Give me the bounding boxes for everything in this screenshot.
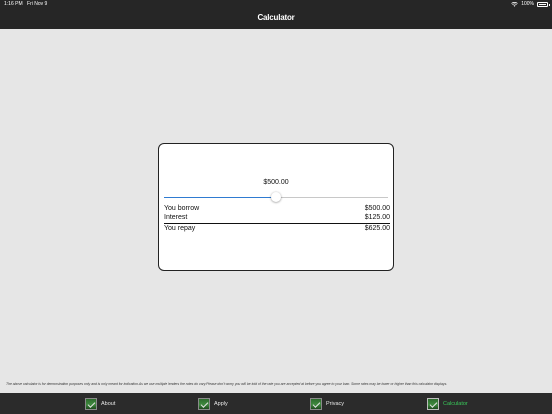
- status-bar: 1:16 PM Fri Nov 9 100%: [0, 0, 552, 9]
- loan-breakdown: You borrow $500.00 Interest $125.00 You …: [164, 204, 390, 233]
- repay-row: You repay $625.00: [164, 223, 390, 233]
- tab-about[interactable]: About: [85, 397, 115, 410]
- checkmark-icon: [198, 397, 210, 410]
- loan-amount-slider[interactable]: [164, 192, 388, 203]
- page-title: Calculator: [257, 13, 295, 22]
- tab-calculator-label: Calculator: [443, 400, 468, 407]
- slider-fill: [164, 197, 276, 198]
- tab-apply-label: Apply: [214, 400, 228, 407]
- status-right: 100%: [511, 0, 550, 9]
- tab-about-label: About: [101, 400, 116, 407]
- battery-percent: 100%: [521, 1, 534, 7]
- tab-calculator[interactable]: Calculator: [427, 397, 468, 410]
- borrow-row: You borrow $500.00: [164, 204, 390, 213]
- tab-bar: About Apply Privacy Calculator: [0, 393, 552, 414]
- repay-value: $625.00: [364, 225, 390, 232]
- wifi-icon: [511, 1, 518, 7]
- interest-value: $125.00: [364, 214, 390, 221]
- status-left: 1:16 PM Fri Nov 9: [4, 0, 50, 9]
- battery-icon: [537, 2, 550, 7]
- repay-label: You repay: [164, 225, 196, 232]
- tab-apply[interactable]: Apply: [198, 397, 228, 410]
- checkmark-icon: [310, 397, 322, 410]
- interest-label: Interest: [164, 214, 188, 221]
- interest-row: Interest $125.00: [164, 213, 390, 222]
- status-date: Fri Nov 9: [27, 1, 48, 7]
- checkmark-icon: [85, 397, 97, 410]
- slider-thumb[interactable]: [271, 192, 281, 202]
- top-bar: 1:16 PM Fri Nov 9 100% Calculator: [0, 0, 552, 29]
- borrow-label: You borrow: [164, 205, 200, 212]
- tab-privacy[interactable]: Privacy: [310, 397, 344, 410]
- borrow-value: $500.00: [364, 205, 390, 212]
- battery-fill: [539, 4, 546, 5]
- calculator-card: $500.00 You borrow $500.00 Interest $125…: [158, 143, 394, 271]
- amount-display: $500.00: [263, 179, 289, 186]
- tab-privacy-label: Privacy: [326, 400, 345, 407]
- disclaimer-text: The above calculator is for demonstratio…: [6, 382, 448, 386]
- status-time: 1:16 PM: [4, 1, 23, 7]
- checkmark-icon: [427, 397, 439, 410]
